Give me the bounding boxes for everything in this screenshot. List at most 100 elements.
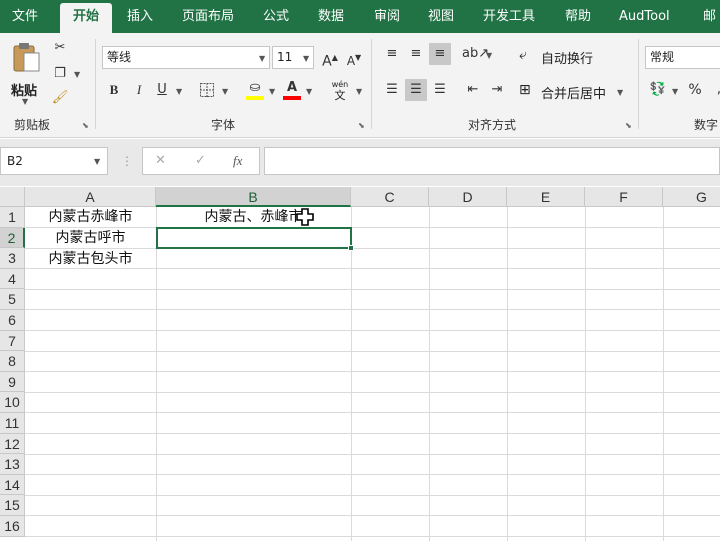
column-header-f[interactable]: F <box>585 187 663 207</box>
tab-home[interactable]: 开始 <box>60 3 112 33</box>
row-header-7[interactable]: 7 <box>0 330 25 352</box>
name-box[interactable]: B2 ▼ <box>0 147 108 175</box>
comma-style-button[interactable]: , <box>708 79 720 101</box>
row-header-6[interactable]: 6 <box>0 310 25 331</box>
row-header-1[interactable]: 1 <box>0 207 25 228</box>
gridline <box>25 433 720 434</box>
row-header-5[interactable]: 5 <box>0 289 25 310</box>
column-header-d[interactable]: D <box>429 187 507 207</box>
tab-help[interactable]: 帮助 <box>565 0 591 33</box>
fill-color-swatch <box>246 96 264 100</box>
dialog-launcher-icon[interactable]: ⬊ <box>82 121 89 130</box>
row-header-3[interactable]: 3 <box>0 248 25 269</box>
row-header-11[interactable]: 11 <box>0 413 25 434</box>
outdent-icon: ⇤ <box>467 82 479 97</box>
align-left-button[interactable]: ☰ <box>381 79 403 101</box>
row-header-15[interactable]: 15 <box>0 495 25 516</box>
row-header-13[interactable]: 13 <box>0 454 25 475</box>
font-color-button[interactable]: A <box>281 77 303 100</box>
row-header-12[interactable]: 12 <box>0 433 25 455</box>
chevron-down-icon: ▼ <box>259 54 266 63</box>
increase-font-button[interactable]: A▲ <box>319 47 341 70</box>
copy-icon: ❐ <box>54 66 66 81</box>
column-header-g[interactable]: G <box>663 187 720 207</box>
column-header-c[interactable]: C <box>351 187 429 207</box>
tab-review[interactable]: 审阅 <box>374 0 400 33</box>
clipboard-icon <box>13 43 40 72</box>
cell-a2[interactable]: 内蒙古呼市 <box>25 228 156 248</box>
fill-color-button[interactable]: ⛀ <box>244 77 266 100</box>
top-align-button[interactable]: ≡ <box>381 43 403 65</box>
ribbon-tab-bar: 文件 开始 插入 页面布局 公式 数据 审阅 视图 开发工具 帮助 AudToo… <box>0 0 720 33</box>
paste-button[interactable]: 粘贴 ▼ <box>8 39 44 106</box>
row-header-10[interactable]: 10 <box>0 392 25 413</box>
tab-file[interactable]: 文件 <box>12 0 38 33</box>
row-header-8[interactable]: 8 <box>0 351 25 372</box>
italic-button[interactable]: I <box>128 79 150 101</box>
row-header-14[interactable]: 14 <box>0 474 25 496</box>
gridline <box>351 207 352 541</box>
tab-audtool[interactable]: AudTool <box>619 0 670 33</box>
dialog-launcher-icon[interactable]: ⬊ <box>358 121 365 130</box>
formula-buttons: ✕ ✓ fx <box>142 147 260 175</box>
cell-b1[interactable]: 内蒙古、赤峰市 <box>156 207 351 227</box>
middle-align-button[interactable]: ≡ <box>405 43 427 65</box>
tab-data[interactable]: 数据 <box>318 0 344 33</box>
align-top-icon: ≡ <box>386 46 398 61</box>
insert-function-icon[interactable]: fx <box>233 153 242 169</box>
cell-a3[interactable]: 内蒙古包头市 <box>25 249 156 269</box>
copy-button[interactable]: ❐ <box>49 63 71 85</box>
paint-bucket-icon: ⛀ <box>249 80 261 95</box>
gridline <box>25 453 720 455</box>
column-header-a[interactable]: A <box>25 187 156 207</box>
percent-button[interactable]: % <box>684 79 706 101</box>
phonetic-button[interactable]: wén 文 <box>327 79 353 105</box>
format-painter-button[interactable]: 🖌 <box>49 87 71 109</box>
gridline <box>25 474 720 476</box>
cancel-icon[interactable]: ✕ <box>155 153 166 168</box>
increase-indent-button[interactable]: ⇥ <box>486 79 508 101</box>
chevron-down-icon: ▼ <box>672 87 679 96</box>
bold-button[interactable]: B <box>103 79 125 101</box>
number-format-select[interactable]: 常规 <box>645 46 720 69</box>
borders-button[interactable] <box>196 79 218 101</box>
dialog-launcher-icon[interactable]: ⬊ <box>625 121 632 130</box>
align-center-button[interactable]: ☰ <box>405 79 427 101</box>
bottom-align-button[interactable]: ≡ <box>429 43 451 65</box>
fill-handle[interactable] <box>348 245 354 251</box>
more-options-icon[interactable]: ⋮ <box>121 154 133 168</box>
decrease-font-button[interactable]: A▼ <box>343 47 365 69</box>
column-header-b[interactable]: B <box>156 187 351 207</box>
chevron-down-icon: ▼ <box>74 70 81 79</box>
number-group-label: 数字 <box>694 118 719 132</box>
row-header-16[interactable]: 16 <box>0 516 25 537</box>
enter-icon[interactable]: ✓ <box>195 153 206 168</box>
tab-formulas[interactable]: 公式 <box>263 0 289 33</box>
column-header-e[interactable]: E <box>507 187 585 207</box>
align-right-button[interactable]: ☰ <box>429 79 451 101</box>
merge-center-button[interactable]: ⊞ 合并后居中 ▼ <box>519 80 627 102</box>
gridline <box>507 207 508 541</box>
row-header-2[interactable]: 2 <box>0 227 25 249</box>
row-header-9[interactable]: 9 <box>0 371 25 393</box>
cell-a1[interactable]: 内蒙古赤峰市 <box>25 207 156 227</box>
row-header-4[interactable]: 4 <box>0 268 25 290</box>
tab-mail[interactable]: 邮 <box>703 0 716 33</box>
wrap-text-button[interactable]: ⤶ 自动换行 <box>519 45 609 67</box>
accounting-format-button[interactable]: 💱 <box>647 79 669 101</box>
font-size-select[interactable]: 11 ▼ <box>272 46 314 69</box>
align-middle-icon: ≡ <box>410 46 422 61</box>
formula-input[interactable] <box>264 147 720 175</box>
tab-insert[interactable]: 插入 <box>127 0 153 33</box>
tab-page-layout[interactable]: 页面布局 <box>182 0 234 33</box>
select-all-button[interactable] <box>0 187 25 207</box>
font-name-select[interactable]: 等线 ▼ <box>102 46 270 69</box>
worksheet-grid[interactable]: A B C D E F G 1 2 3 4 5 6 7 8 9 10 11 12… <box>0 187 720 541</box>
orientation-button[interactable]: ab↗ <box>462 43 489 65</box>
active-cell-b2[interactable] <box>156 227 352 249</box>
tab-view[interactable]: 视图 <box>428 0 454 33</box>
underline-button[interactable]: U <box>151 79 173 101</box>
tab-developer[interactable]: 开发工具 <box>483 0 535 33</box>
decrease-indent-button[interactable]: ⇤ <box>462 79 484 101</box>
cut-button[interactable]: ✂ <box>49 37 71 59</box>
